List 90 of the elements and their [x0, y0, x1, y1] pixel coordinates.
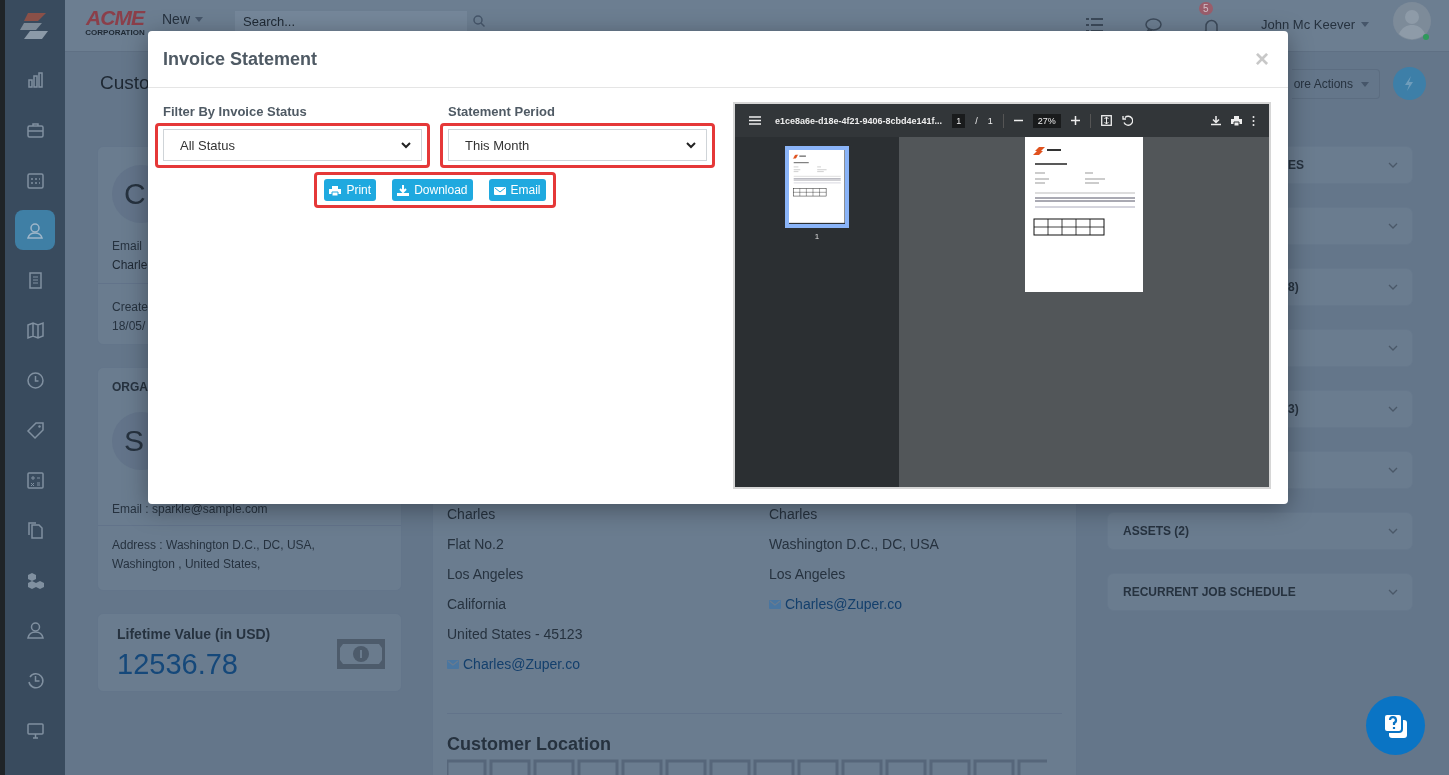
- email-button[interactable]: Email: [488, 179, 546, 201]
- printer-icon: [329, 184, 342, 196]
- envelope-icon: [493, 184, 506, 196]
- field-label: Statement Period: [448, 104, 556, 119]
- company-logo: ACME CORPORATION: [84, 8, 147, 37]
- address-line: Charles: [769, 505, 819, 524]
- list-icon[interactable]: [1086, 18, 1104, 32]
- statement-period-select[interactable]: This Month: [448, 129, 707, 161]
- monitor-icon: [25, 720, 45, 740]
- sidebar-item[interactable]: [15, 210, 55, 250]
- chevron-icon: [1388, 223, 1398, 229]
- chart-icon: [25, 70, 45, 90]
- caret-icon: [195, 16, 203, 22]
- dialog-title: Invoice Statement: [163, 48, 319, 70]
- download-icon[interactable]: [1211, 115, 1221, 126]
- map-icon: [25, 320, 45, 340]
- envelope-icon: [769, 599, 781, 609]
- address-line: Los Angeles: [769, 565, 847, 584]
- boxes-icon: [25, 570, 45, 590]
- avatar-silhouette-icon: [1393, 2, 1431, 40]
- clock-icon: [25, 370, 45, 390]
- documents-icon: [25, 520, 45, 540]
- history-icon: [25, 670, 45, 690]
- address-line: Flat No.2: [447, 535, 505, 554]
- accordion-header[interactable]: RECURRENT JOB SCHEDULE: [1107, 573, 1413, 611]
- chevron-icon: [1388, 162, 1398, 168]
- zoom-field[interactable]: 27%: [1032, 113, 1061, 128]
- zoom-in-icon[interactable]: [1070, 116, 1080, 125]
- calendar-icon: [25, 170, 45, 190]
- page-count: 1: [987, 115, 993, 126]
- accordion-header[interactable]: ASSETS (2): [1107, 512, 1413, 550]
- chevron-icon: [401, 141, 411, 149]
- user-icon: [25, 620, 45, 640]
- email-link[interactable]: Charles@Zuper.co: [463, 649, 580, 679]
- address-line: California: [447, 595, 508, 614]
- search-field[interactable]: Search...: [235, 11, 467, 31]
- page-title: Custo: [100, 72, 150, 94]
- invoice-status-select[interactable]: All Status: [163, 129, 422, 161]
- chevron-icon: [1388, 284, 1398, 290]
- fit-page-icon[interactable]: [1100, 115, 1112, 126]
- more-actions-button[interactable]: ore Actions: [1291, 69, 1380, 99]
- chevron-icon: [1388, 467, 1398, 473]
- caret-icon: [1361, 22, 1369, 27]
- avatar-letter: S: [124, 424, 144, 458]
- envelope-icon: [447, 659, 459, 669]
- briefcase-icon: [25, 120, 45, 140]
- chevron-icon: [1388, 528, 1398, 534]
- page-number-field[interactable]: 1: [952, 113, 966, 128]
- file-name: e1ce8a6e-d18e-4f21-9406-8cbd4e141f...: [775, 115, 943, 126]
- address-line: Los Angeles: [447, 565, 525, 584]
- card-title: Lifetime Value (in USD): [117, 626, 272, 642]
- calculator-icon: [25, 470, 45, 490]
- caret-icon: [1361, 81, 1369, 87]
- download-button[interactable]: Download: [392, 179, 473, 201]
- tag-icon: [25, 420, 45, 440]
- chat-icon[interactable]: [1145, 18, 1163, 33]
- field-label: Filter By Invoice Status: [163, 104, 308, 119]
- contact-name: Charle: [112, 257, 149, 274]
- chevron-icon: [1388, 589, 1398, 595]
- section-heading: ORGA: [111, 379, 149, 394]
- banknote-icon: [337, 638, 385, 669]
- address-line: United States - 45123: [447, 625, 584, 644]
- chevron-icon: [1388, 345, 1398, 351]
- chevron-icon: [1388, 406, 1398, 412]
- close-button[interactable]: ×: [1251, 45, 1273, 73]
- field-label: Create: [112, 299, 150, 316]
- created-date: 18/05/: [112, 318, 147, 335]
- email-link[interactable]: Charles@Zuper.co: [785, 589, 902, 619]
- online-status-dot: [1423, 34, 1429, 40]
- thumbnail-label: 1: [814, 232, 820, 241]
- field-label: Email: [112, 238, 143, 255]
- address-line: Washington D.C., DC, USA: [769, 535, 940, 554]
- printer-icon[interactable]: [1231, 115, 1242, 126]
- menu-icon[interactable]: [749, 116, 761, 125]
- new-menu-button[interactable]: New: [162, 11, 203, 27]
- organization-email: Email : sparkle@sample.com: [111, 501, 269, 518]
- lifetime-value: 12536.78: [117, 648, 239, 681]
- rotate-icon[interactable]: [1121, 115, 1133, 126]
- organization-address: Address : Washington D.C., DC, USA, Washington , United States,: [111, 537, 316, 573]
- print-button[interactable]: Print: [324, 179, 377, 201]
- user-menu[interactable]: John Mc Keever: [1261, 17, 1369, 32]
- page-divider: /: [975, 115, 978, 126]
- notification-badge: 5: [1199, 2, 1213, 15]
- search-icon: [473, 15, 485, 27]
- more-vertical-icon[interactable]: [1252, 115, 1255, 126]
- section-heading: Customer Location: [447, 734, 612, 755]
- address-line: Charles: [447, 505, 497, 524]
- download-icon: [397, 184, 410, 196]
- avatar-letter: C: [124, 177, 146, 211]
- chevron-icon: [686, 141, 696, 149]
